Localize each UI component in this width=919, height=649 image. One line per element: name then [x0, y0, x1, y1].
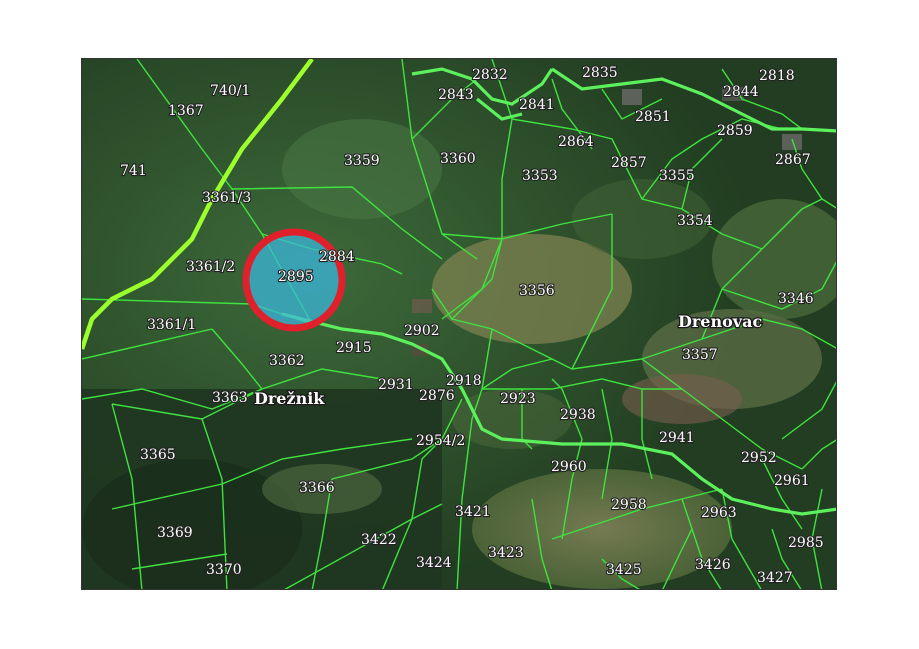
parcel-label: 741	[120, 163, 147, 179]
parcel-label: 2841	[519, 97, 555, 113]
parcel-label: 2857	[611, 155, 647, 171]
parcel-label: 3366	[299, 480, 335, 496]
parcel-label: 3356	[519, 283, 555, 299]
parcel-label: 2938	[560, 407, 596, 423]
parcel-label: 2835	[582, 65, 618, 81]
parcel-label: 2960	[551, 459, 587, 475]
parcel-label: 2958	[611, 497, 647, 513]
parcel-label: 3423	[488, 545, 524, 561]
parcel-label: 2961	[774, 473, 810, 489]
parcel-label: 2851	[635, 109, 671, 125]
parcel-label: 2985	[788, 535, 824, 551]
parcel-label: 2884	[319, 249, 355, 265]
parcel-label: 3370	[206, 562, 242, 578]
parcel-label: 2915	[336, 340, 372, 356]
parcel-label: 3365	[140, 447, 176, 463]
parcel-label: 3353	[522, 168, 558, 184]
parcel-label: 3357	[682, 347, 718, 363]
parcel-label: 2941	[659, 430, 695, 446]
parcel-label: 3354	[677, 213, 713, 229]
place-label-dreznik: Drežnik	[254, 389, 325, 408]
parcel-label: 3355	[659, 168, 695, 184]
parcel-label: 2867	[775, 152, 811, 168]
parcel-label: 3362	[269, 353, 305, 369]
parcel-label: 3359	[344, 153, 380, 169]
parcel-label: 2864	[558, 134, 594, 150]
parcel-label: 3360	[440, 151, 476, 167]
parcel-label: 3346	[778, 291, 814, 307]
parcel-label: 2843	[438, 87, 474, 103]
place-label-drenovac: Drenovac	[678, 312, 762, 331]
parcel-label: 2918	[446, 373, 482, 389]
parcel-label: 3361/3	[202, 190, 251, 206]
parcel-label: 3427	[757, 570, 793, 586]
cadastral-map[interactable]: 740/1 1367 741 3359 3360 2832 2843 2841 …	[81, 58, 837, 590]
parcel-label: 2818	[759, 68, 795, 84]
parcel-label: 2963	[701, 505, 737, 521]
parcel-label: 3369	[157, 525, 193, 541]
parcel-label: 3424	[416, 555, 452, 571]
parcel-label: 3361/1	[147, 317, 196, 333]
parcel-label: 2952	[741, 450, 777, 466]
parcel-label: 2832	[472, 67, 508, 83]
parcel-label: 2876	[419, 388, 455, 404]
parcel-label: 2902	[404, 323, 440, 339]
parcel-label: 2931	[378, 377, 414, 393]
parcel-label: 2923	[500, 391, 536, 407]
parcel-label: 2859	[717, 123, 753, 139]
parcel-label: 3361/2	[186, 259, 235, 275]
parcel-label: 2844	[723, 84, 759, 100]
parcel-label: 2895	[278, 269, 314, 285]
parcel-label: 1367	[168, 103, 204, 119]
parcel-label: 3363	[212, 390, 248, 406]
parcel-label: 740/1	[210, 83, 250, 99]
parcel-label: 2954/2	[416, 433, 465, 449]
parcel-label: 3426	[695, 557, 731, 573]
parcel-label: 3421	[455, 504, 491, 520]
parcel-label: 3422	[361, 532, 397, 548]
parcel-label: 3425	[606, 562, 642, 578]
